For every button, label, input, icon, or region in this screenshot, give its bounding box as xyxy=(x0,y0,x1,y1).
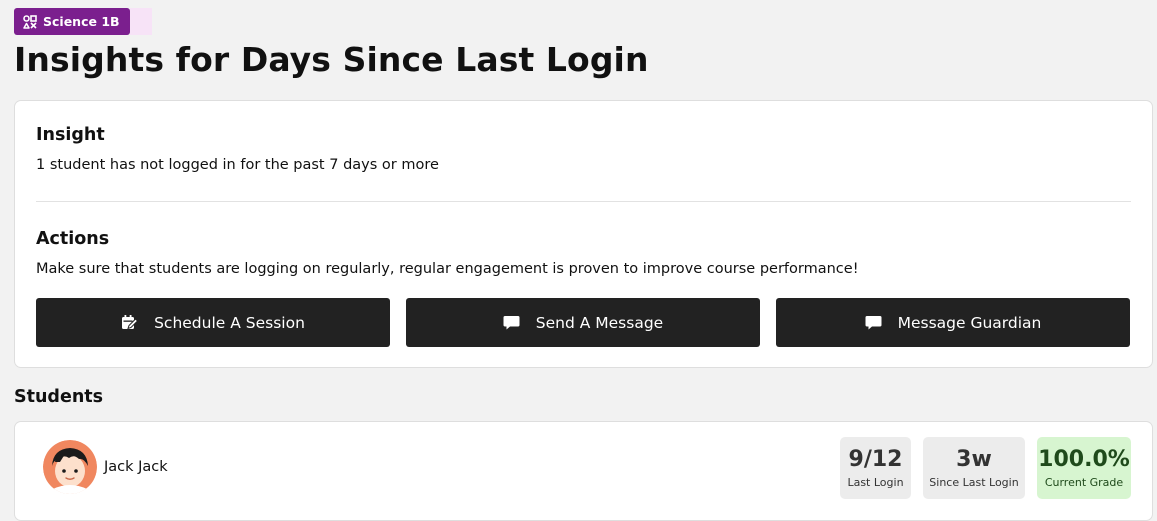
schedule-session-button[interactable]: Schedule A Session xyxy=(36,298,390,347)
actions-text: Make sure that students are logging on r… xyxy=(36,261,859,277)
course-badge-label: Science 1B xyxy=(43,14,120,29)
schedule-session-label: Schedule A Session xyxy=(154,313,305,332)
message-icon xyxy=(503,314,520,331)
course-badge[interactable]: Science 1B xyxy=(14,8,130,35)
insight-card: Insight 1 student has not logged in for … xyxy=(14,100,1153,368)
message-icon xyxy=(865,314,882,331)
since-last-login-stat: 3w Since Last Login xyxy=(923,437,1025,499)
students-heading: Students xyxy=(14,387,104,407)
message-guardian-label: Message Guardian xyxy=(897,313,1042,332)
last-login-label: Last Login xyxy=(847,476,904,489)
page-title: Insights for Days Since Last Login xyxy=(14,40,649,79)
course-badge-accent xyxy=(129,8,152,35)
divider xyxy=(36,201,1131,202)
student-name[interactable]: Jack Jack xyxy=(104,459,168,475)
student-row[interactable]: Jack Jack 9/12 Last Login 3w Since Last … xyxy=(14,421,1153,521)
send-message-label: Send A Message xyxy=(535,313,664,332)
since-last-login-label: Since Last Login xyxy=(929,476,1019,489)
actions-title: Actions xyxy=(36,229,110,249)
insight-title: Insight xyxy=(36,125,105,145)
current-grade-label: Current Grade xyxy=(1044,476,1124,489)
current-grade-stat: 100.0% Current Grade xyxy=(1037,437,1131,499)
current-grade-value: 100.0% xyxy=(1038,447,1130,472)
course-badge-row: Science 1B xyxy=(14,8,152,35)
since-last-login-value: 3w xyxy=(956,447,992,472)
message-guardian-button[interactable]: Message Guardian xyxy=(776,298,1130,347)
send-message-button[interactable]: Send A Message xyxy=(406,298,760,347)
last-login-value: 9/12 xyxy=(848,447,903,472)
last-login-stat: 9/12 Last Login xyxy=(840,437,911,499)
insight-text: 1 student has not logged in for the past… xyxy=(36,157,439,173)
course-icon xyxy=(23,14,37,29)
calendar-edit-icon xyxy=(121,314,139,331)
avatar[interactable] xyxy=(43,440,97,494)
